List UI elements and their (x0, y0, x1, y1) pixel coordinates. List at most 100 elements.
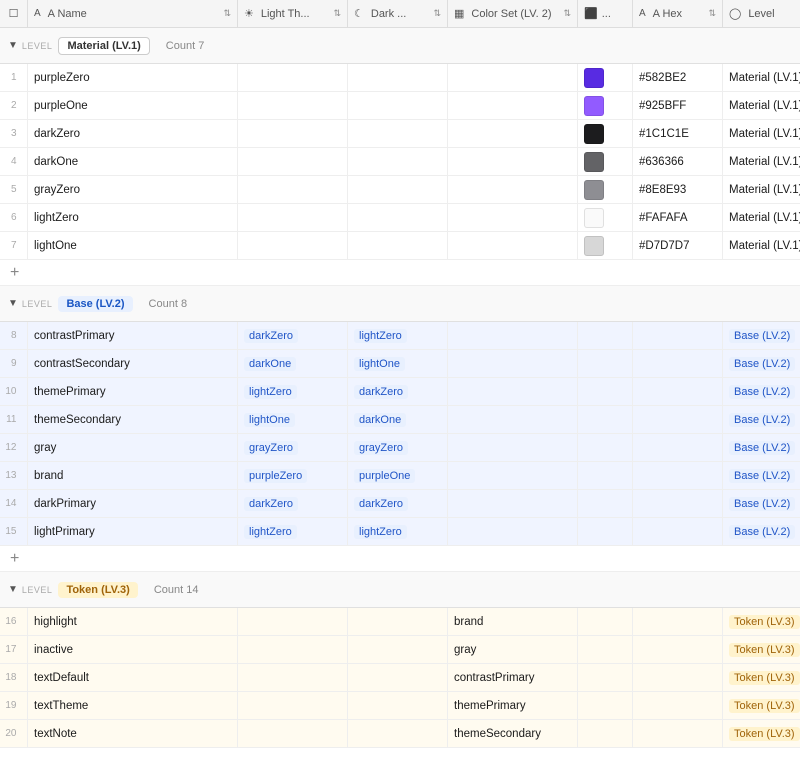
count-base: Count 8 (149, 298, 188, 310)
row-level-9: Base (LV.2) (723, 350, 800, 377)
add-row-base[interactable]: + (0, 546, 800, 572)
row-colorset-15 (448, 518, 578, 545)
row-level-8: Base (LV.2) (723, 322, 800, 349)
table-row: 12 gray grayZero grayZero Base (LV.2) (0, 434, 800, 462)
row-dark-15: lightZero (348, 518, 448, 545)
badge-token: Token (LV.3) (58, 582, 137, 598)
row-name-16: highlight (28, 608, 238, 635)
row-swatch-5 (578, 176, 633, 203)
row-swatch-19 (578, 692, 633, 719)
row-check-8[interactable]: 8 (0, 322, 28, 349)
badge-base: Base (LV.2) (58, 296, 132, 312)
row-dark-9: lightOne (348, 350, 448, 377)
row-dark-1 (348, 64, 448, 91)
header-swatch[interactable]: ⬛ ... (578, 0, 633, 27)
row-level-7: Material (LV.1) (723, 232, 800, 259)
sort-icon: ⇅ (223, 8, 231, 19)
row-colorset-11 (448, 406, 578, 433)
row-name-10: themePrimary (28, 378, 238, 405)
moon-icon: ☾ (354, 7, 364, 20)
row-check-3[interactable]: 3 (0, 120, 28, 147)
table-row: 2 purpleOne #925BFF Material (LV.1) (0, 92, 800, 120)
row-colorset-14 (448, 490, 578, 517)
row-check-5[interactable]: 5 (0, 176, 28, 203)
row-level-13: Base (LV.2) (723, 462, 800, 489)
text-icon: A (34, 8, 41, 19)
row-colorset-7 (448, 232, 578, 259)
row-light-15: lightZero (238, 518, 348, 545)
row-name-1: purpleZero (28, 64, 238, 91)
header-checkbox[interactable]: ☐ (0, 0, 28, 27)
row-check-16[interactable]: 16 (0, 608, 28, 635)
header-level[interactable]: ◯ Level ⇅ (723, 0, 800, 27)
row-num: 1 (3, 72, 17, 83)
table-row: 10 themePrimary lightZero darkZero Base … (0, 378, 800, 406)
header-dark-theme[interactable]: ☾ Dark ... ⇅ (348, 0, 448, 27)
row-dark-5 (348, 176, 448, 203)
chevron-base[interactable]: ▼ (8, 298, 18, 309)
row-check-4[interactable]: 4 (0, 148, 28, 175)
header-name[interactable]: A A Name ⇅ (28, 0, 238, 27)
row-dark-11: darkOne (348, 406, 448, 433)
row-check-7[interactable]: 7 (0, 232, 28, 259)
row-check-12[interactable]: 12 (0, 434, 28, 461)
circle-icon: ◯ (729, 7, 741, 20)
row-hex-2: #925BFF (633, 92, 723, 119)
table-row: 8 contrastPrimary darkZero lightZero Bas… (0, 322, 800, 350)
color-swatch-3 (584, 124, 604, 144)
row-check-20[interactable]: 20 (0, 720, 28, 747)
row-dark-20 (348, 720, 448, 747)
row-check-9[interactable]: 9 (0, 350, 28, 377)
header-colorset[interactable]: ▦ Color Set (LV. 2) ⇅ (448, 0, 578, 27)
row-light-13: purpleZero (238, 462, 348, 489)
chevron-material[interactable]: ▼ (8, 40, 18, 51)
row-check-13[interactable]: 13 (0, 462, 28, 489)
row-light-18 (238, 664, 348, 691)
row-dark-8: lightZero (348, 322, 448, 349)
row-light-3 (238, 120, 348, 147)
row-level-17: Token (LV.3) (723, 636, 800, 663)
add-row-material[interactable]: + (0, 260, 800, 286)
row-check-17[interactable]: 17 (0, 636, 28, 663)
row-check-19[interactable]: 19 (0, 692, 28, 719)
header-hex[interactable]: A A Hex ⇅ (633, 0, 723, 27)
row-name-7: lightOne (28, 232, 238, 259)
row-swatch-20 (578, 720, 633, 747)
row-light-20 (238, 720, 348, 747)
row-check-2[interactable]: 2 (0, 92, 28, 119)
chevron-token[interactable]: ▼ (8, 584, 18, 595)
row-swatch-18 (578, 664, 633, 691)
row-check-14[interactable]: 14 (0, 490, 28, 517)
level-label-token: LEVEL (22, 585, 53, 595)
row-dark-4 (348, 148, 448, 175)
header-light-theme[interactable]: ☀ Light Th... ⇅ (238, 0, 348, 27)
row-name-20: textNote (28, 720, 238, 747)
row-hex-7: #D7D7D7 (633, 232, 723, 259)
row-check-15[interactable]: 15 (0, 518, 28, 545)
row-check-10[interactable]: 10 (0, 378, 28, 405)
table-container: ☐ A A Name ⇅ ☀ Light Th... ⇅ ☾ Dark ... … (0, 0, 800, 748)
token-rows: 16 highlight brand Token (LV.3) 17 inact (0, 608, 800, 748)
row-check-11[interactable]: 11 (0, 406, 28, 433)
row-light-1 (238, 64, 348, 91)
row-hex-5: #8E8E93 (633, 176, 723, 203)
row-light-9: darkOne (238, 350, 348, 377)
row-swatch-8 (578, 322, 633, 349)
table-row: 5 grayZero #8E8E93 Material (LV.1) (0, 176, 800, 204)
row-check-1[interactable]: 1 (0, 64, 28, 91)
row-check-6[interactable]: 6 (0, 204, 28, 231)
table-row: 7 lightOne #D7D7D7 Material (LV.1) (0, 232, 800, 260)
row-swatch-13 (578, 462, 633, 489)
checkbox-icon: ☐ (9, 7, 19, 20)
table-row: 11 themeSecondary lightOne darkOne Base … (0, 406, 800, 434)
table-row: 16 highlight brand Token (LV.3) (0, 608, 800, 636)
row-swatch-9 (578, 350, 633, 377)
row-check-18[interactable]: 18 (0, 664, 28, 691)
row-hex-1: #582BE2 (633, 64, 723, 91)
table-row: 15 lightPrimary lightZero lightZero Base… (0, 518, 800, 546)
row-name-15: lightPrimary (28, 518, 238, 545)
table-row: 14 darkPrimary darkZero darkZero Base (L… (0, 490, 800, 518)
table-row: 9 contrastSecondary darkOne lightOne Bas… (0, 350, 800, 378)
row-name-12: gray (28, 434, 238, 461)
row-hex-12 (633, 434, 723, 461)
